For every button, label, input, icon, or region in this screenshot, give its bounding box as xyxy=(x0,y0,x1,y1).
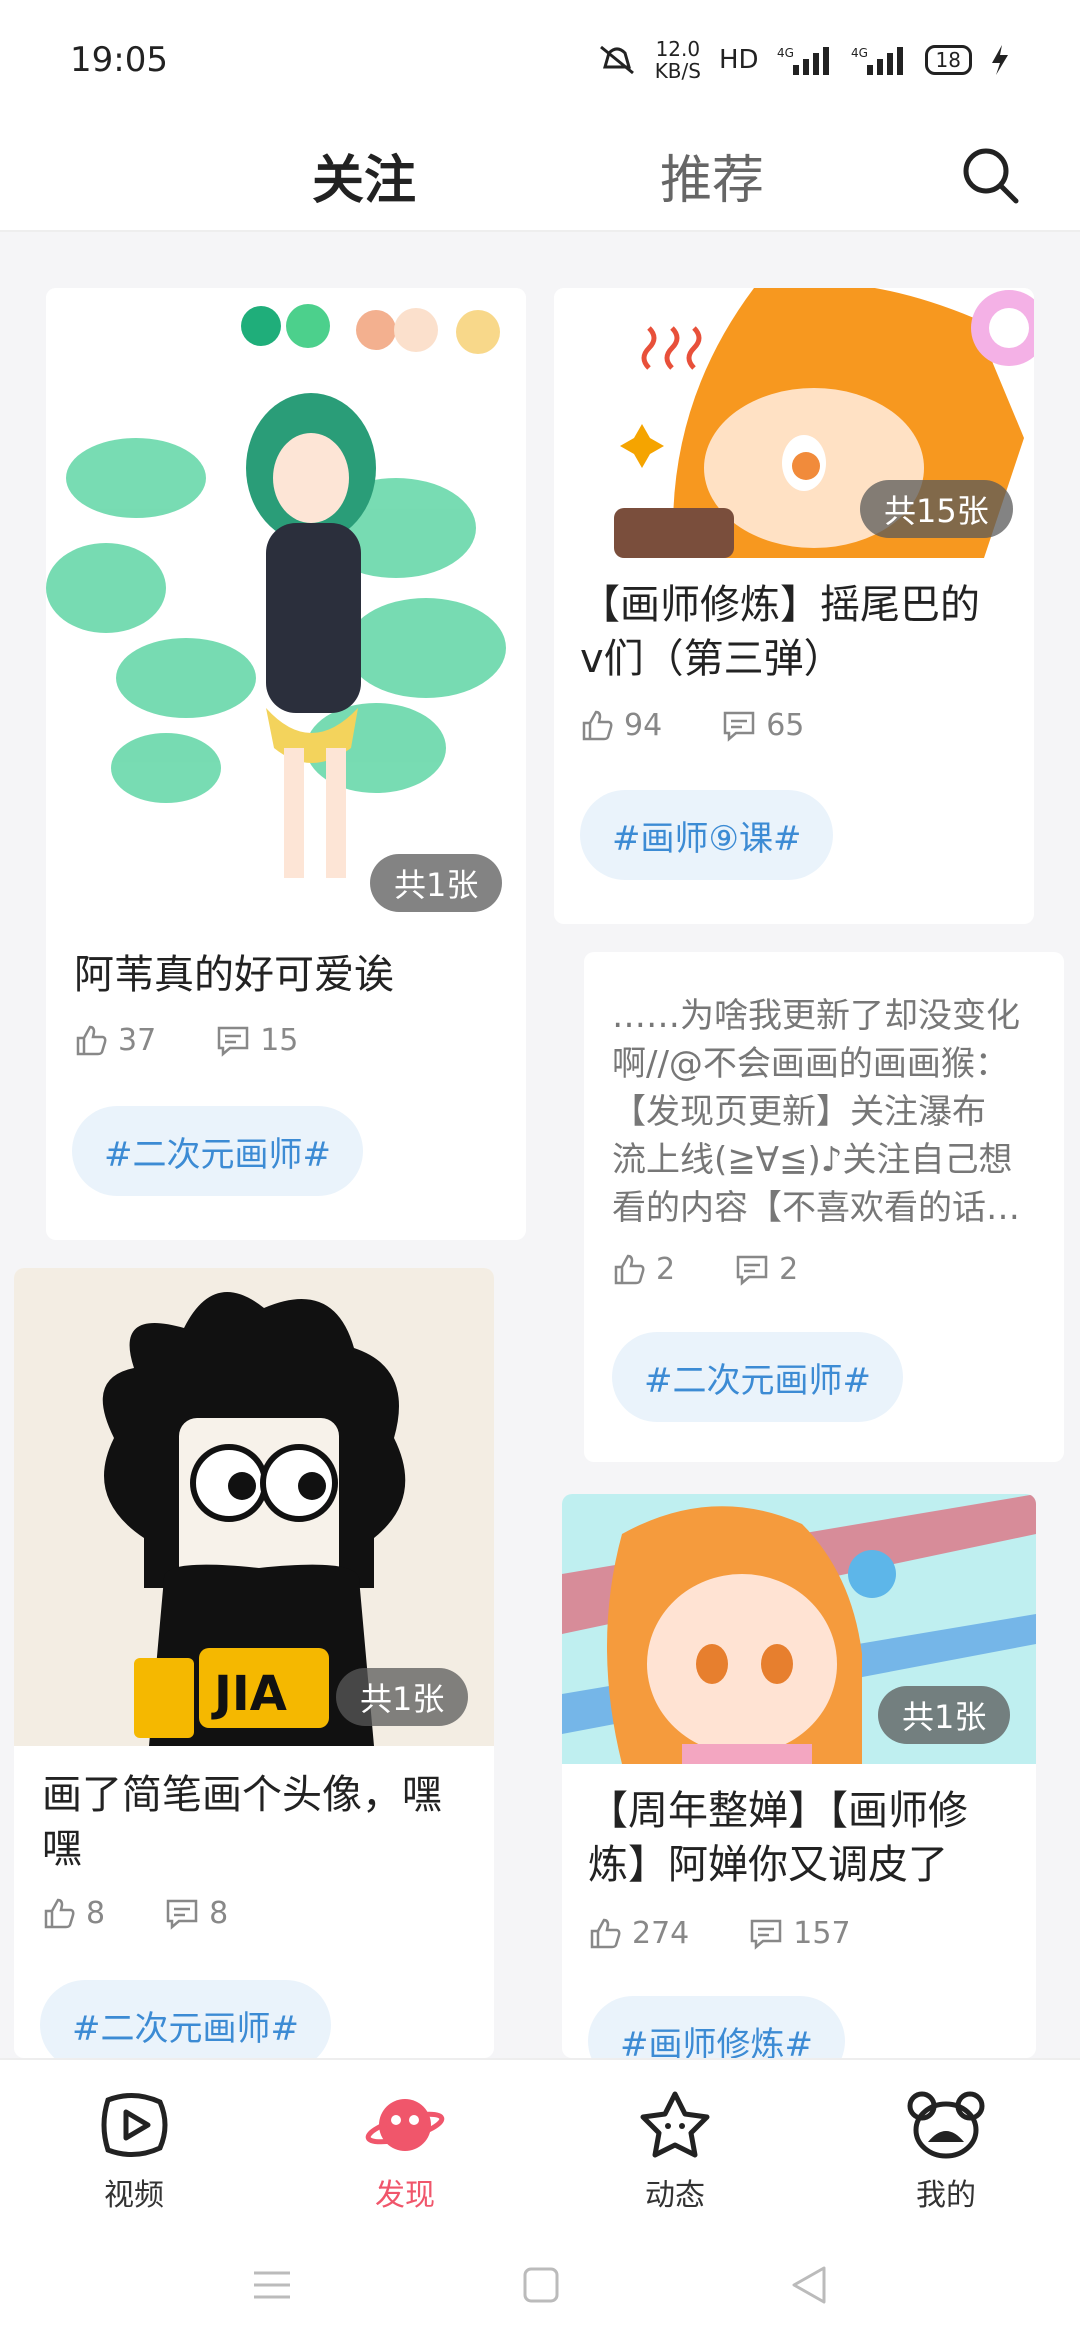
like-icon[interactable] xyxy=(588,1917,622,1951)
nav-video[interactable]: 视频 xyxy=(44,2090,224,2214)
home-icon[interactable] xyxy=(522,2266,560,2304)
comment-count: 157 xyxy=(793,1916,851,1951)
like-icon[interactable] xyxy=(74,1024,108,1058)
comment-icon[interactable] xyxy=(216,1024,250,1058)
svg-text:4G: 4G xyxy=(851,46,868,60)
signal-icon: 4G xyxy=(777,46,829,75)
system-nav-bar xyxy=(0,2230,1080,2340)
comment-icon[interactable] xyxy=(735,1253,769,1287)
topic-tag[interactable]: #画师修炼# xyxy=(588,1996,845,2058)
post-title: 画了简笔画个头像，嘿 嘿 xyxy=(42,1772,442,1872)
mute-icon xyxy=(599,45,634,75)
signal-icon: 4G xyxy=(851,46,903,75)
svg-text:4G: 4G xyxy=(777,46,794,60)
like-count: 8 xyxy=(86,1896,106,1931)
post-title: 阿苇真的好可爱诶 xyxy=(74,952,394,998)
topic-tag[interactable]: #二次元画师# xyxy=(612,1332,903,1422)
tab-follow[interactable]: 关注 xyxy=(312,138,418,219)
like-icon[interactable] xyxy=(580,709,614,743)
status-bar: 19:05 12.0 KB/S HD 4G 4G 18 xyxy=(0,0,1080,120)
like-count: 94 xyxy=(624,708,663,743)
image-count-badge: 共1张 xyxy=(336,1668,469,1726)
nav-discover[interactable]: 发现 xyxy=(315,2090,495,2214)
charging-icon xyxy=(992,45,1008,75)
like-count: 274 xyxy=(632,1916,690,1951)
topic-tag[interactable]: #二次元画师# xyxy=(40,1980,331,2058)
comment-icon[interactable] xyxy=(165,1897,199,1931)
post-card-4[interactable]: JIA 共1张 画了简笔画个头像，嘿 嘿 8 8 #二次元画师# xyxy=(14,1268,494,2058)
post-card-1[interactable]: 共1张 阿苇真的好可爱诶 37 15 #二次元画师# xyxy=(46,288,526,1240)
post-card-3[interactable]: ……为啥我更新了却没变化 啊//@不会画画的画画猴： 【发现页更新】关注瀑布 流… xyxy=(584,952,1064,1462)
like-icon[interactable] xyxy=(42,1897,76,1931)
comment-count: 2 xyxy=(779,1252,799,1287)
comment-icon[interactable] xyxy=(749,1917,783,1951)
image-count-badge: 共15张 xyxy=(860,480,1013,538)
nav-dynamic[interactable]: 动态 xyxy=(585,2090,765,2214)
mine-icon xyxy=(907,2091,985,2159)
post-image xyxy=(46,288,526,918)
comment-icon[interactable] xyxy=(722,709,756,743)
dynamic-icon xyxy=(640,2091,710,2158)
top-tabs: 关注 推荐 xyxy=(0,120,1080,232)
like-icon[interactable] xyxy=(612,1253,646,1287)
like-count: 2 xyxy=(656,1252,676,1287)
like-count: 37 xyxy=(118,1023,157,1058)
back-icon[interactable] xyxy=(790,2265,828,2305)
image-count-badge: 共1张 xyxy=(878,1686,1011,1744)
post-stats: 94 65 xyxy=(580,708,804,743)
post-stats: 274 157 xyxy=(588,1916,851,1951)
status-icons: 12.0 KB/S HD 4G 4G 18 xyxy=(597,38,1010,82)
image-count-badge: 共1张 xyxy=(370,854,503,912)
svg-text:JIA: JIA xyxy=(211,1666,287,1722)
tab-recommend[interactable]: 推荐 xyxy=(660,138,764,213)
post-text: ……为啥我更新了却没变化 啊//@不会画画的画画猴： 【发现页更新】关注瀑布 流… xyxy=(612,996,1020,1228)
post-title: 【周年整婵】【画师修 炼】阿婵你又调皮了 xyxy=(588,1788,968,1888)
video-icon xyxy=(101,2093,168,2157)
post-stats: 37 15 xyxy=(74,1023,298,1058)
nav-mine[interactable]: 我的 xyxy=(856,2090,1036,2214)
comment-count: 15 xyxy=(260,1023,299,1058)
post-title: 【画师修炼】摇尾巴的 v们（第三弹） xyxy=(580,582,980,682)
battery-icon: 18 xyxy=(924,45,972,75)
net-speed: 12.0 KB/S xyxy=(654,37,701,83)
post-stats: 2 2 xyxy=(612,1252,798,1287)
post-card-2[interactable]: 共15张 【画师修炼】摇尾巴的 v们（第三弹） 94 65 #画师⑨课# xyxy=(554,288,1034,924)
hd-indicator: HD xyxy=(718,45,759,75)
search-icon[interactable] xyxy=(960,145,1020,205)
status-time: 19:05 xyxy=(70,40,168,80)
post-stats: 8 8 xyxy=(42,1896,228,1931)
menu-icon[interactable] xyxy=(252,2268,292,2302)
discover-icon xyxy=(365,2099,445,2151)
comment-count: 8 xyxy=(209,1896,229,1931)
comment-count: 65 xyxy=(766,708,805,743)
topic-tag[interactable]: #画师⑨课# xyxy=(580,790,834,880)
topic-tag[interactable]: #二次元画师# xyxy=(72,1106,363,1196)
post-card-5[interactable]: 共1张 【周年整婵】【画师修 炼】阿婵你又调皮了 274 157 #画师修炼# xyxy=(562,1494,1036,2058)
